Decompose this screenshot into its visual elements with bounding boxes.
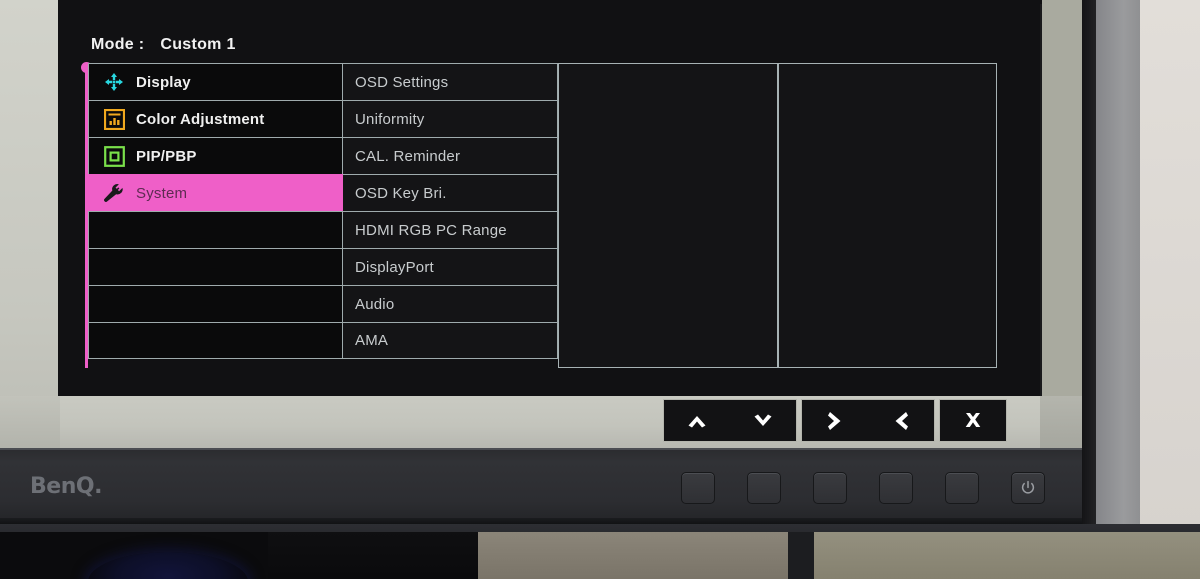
osd-key-bar: [663, 399, 1007, 442]
hardware-button-row: [681, 472, 1045, 504]
osd-key-down[interactable]: [730, 400, 796, 441]
sidebar-item-label: Color Adjustment: [136, 110, 265, 128]
sidebar-item-empty: [88, 322, 343, 359]
osd-mode-value: Custom 1: [160, 36, 236, 53]
display-arrows-icon: [101, 70, 127, 94]
sidebar-item-empty: [88, 285, 343, 322]
submenu-item-label: Uniformity: [355, 110, 425, 128]
hardware-key-3[interactable]: [813, 472, 847, 504]
osd-key-group-navigate: [663, 399, 797, 442]
osd-key-group-select: [801, 399, 935, 442]
background-panel-left: [478, 532, 788, 579]
sidebar-item-label: PIP/PBP: [136, 147, 197, 165]
osd-value-column: [558, 63, 778, 368]
sidebar-item-display[interactable]: Display: [88, 63, 343, 100]
submenu-item-cal-reminder[interactable]: CAL. Reminder: [343, 137, 558, 174]
pip-square-icon: [101, 144, 127, 168]
submenu-item-label: OSD Settings: [355, 73, 449, 91]
background-panel-right: [814, 532, 1200, 579]
chevron-up-icon: [685, 411, 709, 431]
submenu-item-hdmi-rgb-pc-range[interactable]: HDMI RGB PC Range: [343, 211, 558, 248]
screen-matte-left: [0, 396, 60, 450]
osd-key-up[interactable]: [664, 400, 730, 441]
sidebar-item-label: System: [136, 184, 188, 202]
benq-logo-dot: .: [94, 474, 102, 499]
sidebar-item-color-adjustment[interactable]: Color Adjustment: [88, 100, 343, 137]
sidebar-item-pip-pbp[interactable]: PIP/PBP: [88, 137, 343, 174]
osd-menu: Mode : Custom 1 Display Color Adjustment…: [58, 0, 1040, 398]
submenu-item-osd-key-bri[interactable]: OSD Key Bri.: [343, 174, 558, 211]
submenu-item-displayport[interactable]: DisplayPort: [343, 248, 558, 285]
osd-key-left[interactable]: [868, 400, 934, 441]
submenu-item-label: DisplayPort: [355, 258, 434, 276]
chevron-down-icon: [751, 411, 775, 431]
bezel-highlight-line: [0, 448, 1145, 450]
empty-icon-slot: [101, 255, 127, 279]
screen-matte-right: [1040, 396, 1084, 450]
osd-detail-column: [778, 63, 997, 368]
hardware-key-5[interactable]: [945, 472, 979, 504]
color-bars-icon: [101, 107, 127, 131]
submenu-item-osd-settings[interactable]: OSD Settings: [343, 63, 558, 100]
submenu-item-audio[interactable]: Audio: [343, 285, 558, 322]
hardware-key-2[interactable]: [747, 472, 781, 504]
monitor-screen: Mode : Custom 1 Display Color Adjustment…: [58, 0, 1040, 398]
empty-icon-slot: [101, 329, 127, 353]
osd-mode-label: Mode :: [91, 36, 145, 53]
chevron-right-icon: [825, 410, 845, 432]
osd-key-exit[interactable]: [940, 400, 1006, 441]
sidebar-item-label: Display: [136, 73, 191, 91]
sidebar-item-empty: [88, 248, 343, 285]
sidebar-item-empty: [88, 211, 343, 248]
monitor-right-bezel: [1096, 0, 1142, 524]
empty-icon-slot: [101, 292, 127, 316]
osd-nav-column: Display Color Adjustment PIP/PBP System: [88, 63, 343, 368]
osd-submenu-column: OSD Settings Uniformity CAL. Reminder OS…: [343, 63, 558, 368]
osd-mode-row: Mode : Custom 1: [91, 36, 236, 54]
submenu-item-label: Audio: [355, 295, 395, 313]
submenu-item-label: CAL. Reminder: [355, 147, 461, 165]
wall-right: [1140, 0, 1200, 579]
osd-key-group-exit: [939, 399, 1007, 442]
sidebar-item-system[interactable]: System: [88, 174, 343, 211]
submenu-item-label: AMA: [355, 332, 389, 349]
hardware-key-1[interactable]: [681, 472, 715, 504]
submenu-item-ama[interactable]: AMA: [343, 322, 558, 359]
wrench-icon: [101, 181, 127, 205]
submenu-item-uniformity[interactable]: Uniformity: [343, 100, 558, 137]
osd-key-right[interactable]: [802, 400, 868, 441]
monitor-stand-leg: [788, 532, 814, 579]
power-button[interactable]: [1011, 472, 1045, 504]
benq-logo-text: BenQ: [30, 474, 95, 499]
desk-shadow-strip: [268, 532, 478, 579]
power-icon: [1020, 480, 1036, 496]
chevron-left-icon: [891, 410, 911, 432]
monitor-photo-scene: Mode : Custom 1 Display Color Adjustment…: [0, 0, 1200, 579]
osd-grid: Display Color Adjustment PIP/PBP System …: [81, 62, 1020, 368]
benq-logo: BenQ.: [30, 474, 102, 499]
close-x-icon: [962, 410, 984, 432]
submenu-item-label: HDMI RGB PC Range: [355, 221, 507, 239]
submenu-item-label: OSD Key Bri.: [355, 184, 447, 202]
hardware-key-4[interactable]: [879, 472, 913, 504]
empty-icon-slot: [101, 218, 127, 242]
